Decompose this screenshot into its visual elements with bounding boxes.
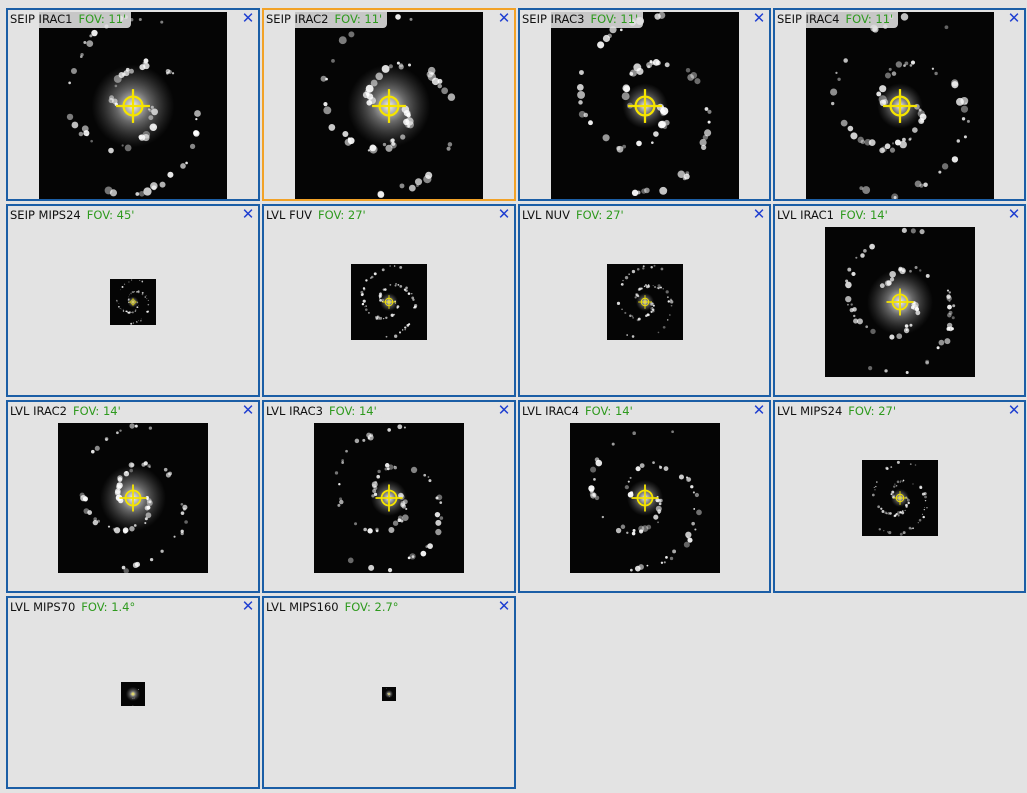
close-icon[interactable]: ✕ xyxy=(241,598,255,614)
tile-label: LVL FUV FOV: 27' xyxy=(264,206,371,224)
tile-label: LVL MIPS160 FOV: 2.7° xyxy=(264,598,404,616)
image-tile-lvl-fuv[interactable]: LVL FUV FOV: 27' ✕ xyxy=(262,204,516,397)
tile-label: LVL IRAC1 FOV: 14' xyxy=(775,206,893,224)
image-tile-lvl-irac4[interactable]: LVL IRAC4 FOV: 14' ✕ xyxy=(518,400,771,593)
tile-fov: FOV: 11' xyxy=(78,12,127,26)
galaxy-image[interactable] xyxy=(806,12,994,199)
tile-name: LVL IRAC2 xyxy=(10,404,68,418)
tile-fov: FOV: 14' xyxy=(585,404,633,418)
close-icon[interactable]: ✕ xyxy=(1007,402,1021,418)
tile-name: LVL NUV xyxy=(522,208,570,222)
image-tile-seip-irac3[interactable]: SEIP IRAC3 FOV: 11' ✕ xyxy=(518,8,771,201)
galaxy-image[interactable] xyxy=(382,687,396,701)
image-tile-lvl-irac3[interactable]: LVL IRAC3 FOV: 14' ✕ xyxy=(262,400,516,593)
close-icon[interactable]: ✕ xyxy=(1007,10,1021,26)
close-icon[interactable]: ✕ xyxy=(497,206,511,222)
image-grid: SEIP IRAC1 FOV: 11' ✕ SEIP IRAC2 FOV: 11' ✕ … xyxy=(0,0,1027,793)
tile-name: LVL IRAC3 xyxy=(266,404,324,418)
galaxy-image[interactable] xyxy=(314,423,464,573)
tile-name: LVL MIPS24 xyxy=(777,404,843,418)
galaxy-image[interactable] xyxy=(351,264,427,340)
tile-fov: FOV: 14' xyxy=(329,404,377,418)
galaxy-image[interactable] xyxy=(121,682,145,706)
tile-name: SEIP IRAC2 xyxy=(266,12,329,26)
image-tile-seip-mips24[interactable]: SEIP MIPS24 FOV: 45' ✕ xyxy=(6,204,260,397)
close-icon[interactable]: ✕ xyxy=(497,598,511,614)
tile-fov: FOV: 11' xyxy=(590,12,639,26)
galaxy-image[interactable] xyxy=(607,264,683,340)
tile-fov: FOV: 27' xyxy=(848,404,896,418)
tile-name: SEIP IRAC1 xyxy=(10,12,73,26)
tile-label: LVL MIPS24 FOV: 27' xyxy=(775,402,901,420)
galaxy-image[interactable] xyxy=(825,227,975,377)
tile-fov: FOV: 45' xyxy=(86,208,135,222)
image-tile-lvl-mips24[interactable]: LVL MIPS24 FOV: 27' ✕ xyxy=(773,400,1026,593)
image-tile-lvl-irac1[interactable]: LVL IRAC1 FOV: 14' ✕ xyxy=(773,204,1026,397)
tile-label: SEIP IRAC4 FOV: 11' xyxy=(775,10,899,28)
galaxy-image[interactable] xyxy=(110,279,156,325)
tile-name: LVL MIPS70 xyxy=(10,600,76,614)
tile-fov: FOV: 27' xyxy=(317,208,366,222)
close-icon[interactable]: ✕ xyxy=(241,10,255,26)
tile-label: LVL IRAC4 FOV: 14' xyxy=(520,402,638,420)
image-tile-seip-irac2[interactable]: SEIP IRAC2 FOV: 11' ✕ xyxy=(262,8,516,201)
tile-fov: FOV: 2.7° xyxy=(344,600,399,614)
tile-label: LVL NUV FOV: 27' xyxy=(520,206,629,224)
close-icon[interactable]: ✕ xyxy=(752,402,766,418)
tile-fov: FOV: 11' xyxy=(334,12,383,26)
tile-label: SEIP MIPS24 FOV: 45' xyxy=(8,206,140,224)
tile-fov: FOV: 14' xyxy=(840,208,888,222)
tile-name: SEIP MIPS24 xyxy=(10,208,81,222)
close-icon[interactable]: ✕ xyxy=(1007,206,1021,222)
tile-fov: FOV: 1.4° xyxy=(81,600,136,614)
galaxy-image[interactable] xyxy=(570,423,720,573)
tile-fov: FOV: 14' xyxy=(73,404,121,418)
galaxy-image[interactable] xyxy=(862,460,938,536)
galaxy-image[interactable] xyxy=(295,12,483,199)
tile-label: LVL MIPS70 FOV: 1.4° xyxy=(8,598,141,616)
tile-name: SEIP IRAC4 xyxy=(777,12,840,26)
image-tile-seip-irac1[interactable]: SEIP IRAC1 FOV: 11' ✕ xyxy=(6,8,260,201)
tile-fov: FOV: 11' xyxy=(845,12,894,26)
image-tile-lvl-mips160[interactable]: LVL MIPS160 FOV: 2.7° ✕ xyxy=(262,596,516,789)
close-icon[interactable]: ✕ xyxy=(497,10,511,26)
tile-name: SEIP IRAC3 xyxy=(522,12,585,26)
image-tile-lvl-nuv[interactable]: LVL NUV FOV: 27' ✕ xyxy=(518,204,771,397)
tile-name: LVL FUV xyxy=(266,208,312,222)
tile-fov: FOV: 27' xyxy=(575,208,624,222)
tile-label: LVL IRAC3 FOV: 14' xyxy=(264,402,382,420)
close-icon[interactable]: ✕ xyxy=(752,206,766,222)
tile-label: SEIP IRAC1 FOV: 11' xyxy=(8,10,132,28)
image-tile-lvl-irac2[interactable]: LVL IRAC2 FOV: 14' ✕ xyxy=(6,400,260,593)
tile-label: SEIP IRAC2 FOV: 11' xyxy=(264,10,388,28)
tile-name: LVL IRAC4 xyxy=(522,404,580,418)
close-icon[interactable]: ✕ xyxy=(241,402,255,418)
galaxy-image[interactable] xyxy=(551,12,739,199)
tile-name: LVL IRAC1 xyxy=(777,208,835,222)
tile-name: LVL MIPS160 xyxy=(266,600,339,614)
tile-label: LVL IRAC2 FOV: 14' xyxy=(8,402,126,420)
close-icon[interactable]: ✕ xyxy=(241,206,255,222)
tile-label: SEIP IRAC3 FOV: 11' xyxy=(520,10,644,28)
close-icon[interactable]: ✕ xyxy=(752,10,766,26)
close-icon[interactable]: ✕ xyxy=(497,402,511,418)
image-tile-lvl-mips70[interactable]: LVL MIPS70 FOV: 1.4° ✕ xyxy=(6,596,260,789)
galaxy-image[interactable] xyxy=(39,12,227,199)
image-tile-seip-irac4[interactable]: SEIP IRAC4 FOV: 11' ✕ xyxy=(773,8,1026,201)
galaxy-image[interactable] xyxy=(58,423,208,573)
